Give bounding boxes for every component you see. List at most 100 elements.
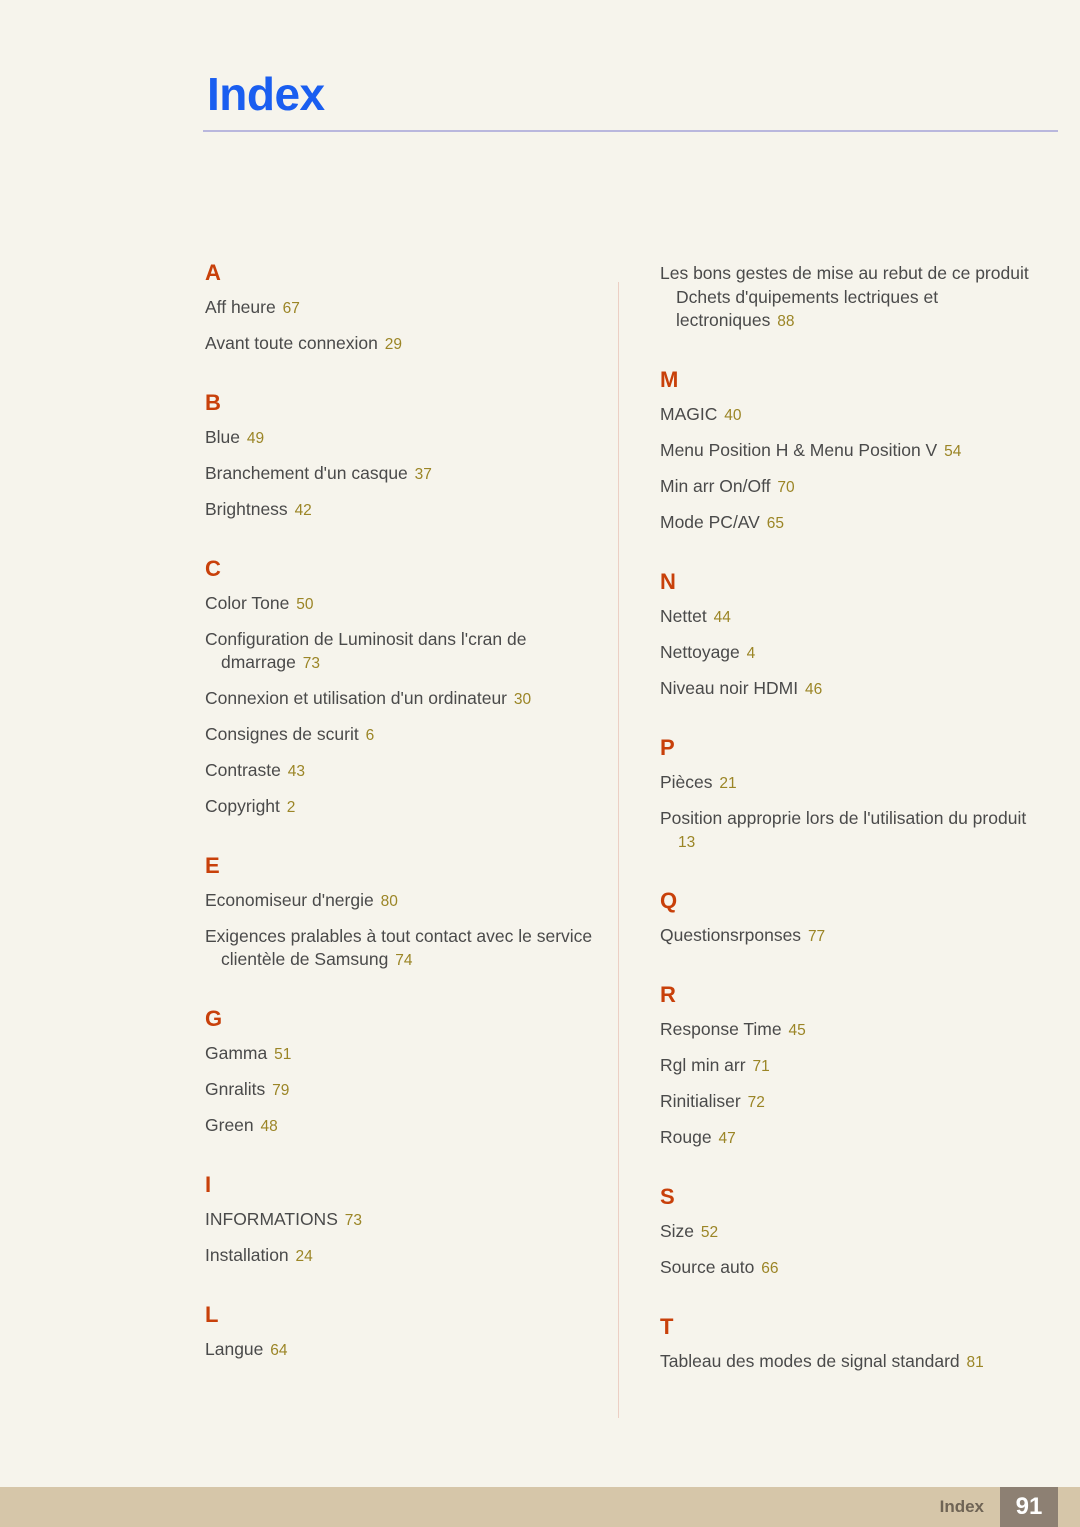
index-entry-text: Configuration de Luminosit dans l'cran d… bbox=[205, 628, 527, 673]
index-entry[interactable]: Tableau des modes de signal standard 81 bbox=[658, 1350, 1033, 1374]
index-entry-page-number: 49 bbox=[246, 429, 265, 447]
page-title: Index bbox=[207, 68, 325, 120]
index-entry-text: Nettet bbox=[660, 605, 707, 626]
index-entry[interactable]: Brightness 42 bbox=[203, 498, 598, 522]
index-entry[interactable]: Nettet 44 bbox=[658, 605, 1033, 629]
index-entry[interactable]: Blue 49 bbox=[203, 426, 598, 450]
letter-group-a: A Aff heure 67 Avant toute connexion 29 bbox=[203, 262, 598, 356]
index-entry-page-number: 72 bbox=[747, 1093, 765, 1111]
letter-heading-r: R bbox=[660, 982, 676, 1008]
index-entry-page-number: 42 bbox=[294, 501, 312, 519]
index-body: A Aff heure 67 Avant toute connexion 29 B Bl… bbox=[203, 262, 1058, 1422]
index-entry[interactable]: Connexion et utilisation d'un ordinateur… bbox=[203, 687, 598, 711]
footer-page-number: 91 bbox=[1000, 1487, 1058, 1527]
index-entry[interactable]: Exigences pralables à tout contact avec … bbox=[203, 925, 598, 973]
index-entry[interactable]: Gnralits 79 bbox=[203, 1078, 598, 1102]
letter-group-b: B Blue 49 Branchement d'un casque 37 Bright… bbox=[203, 389, 598, 522]
index-entry-text: Rouge bbox=[660, 1126, 712, 1147]
index-entry-page-number: 13 bbox=[678, 834, 696, 852]
index-entry-text: Copyright bbox=[205, 795, 280, 816]
index-entry[interactable]: Rouge 47 bbox=[658, 1126, 1033, 1150]
letter-group-n: N Nettet 44 Nettoyage 4 Niveau noir HDMI 46 bbox=[658, 568, 1033, 701]
index-entry[interactable]: INFORMATIONS 73 bbox=[203, 1208, 598, 1232]
index-entry[interactable]: Rgl min arr 71 bbox=[658, 1054, 1033, 1078]
index-entry[interactable]: Consignes de scurit 6 bbox=[203, 723, 598, 747]
letter-group-g: G Gamma 51 Gnralits 79 Green 48 bbox=[203, 1008, 598, 1138]
index-entry-page-number: 2 bbox=[286, 798, 296, 816]
index-entry-page-number: 79 bbox=[272, 1082, 290, 1100]
index-entry[interactable]: Installation 24 bbox=[203, 1244, 598, 1268]
index-entry[interactable]: Source auto 66 bbox=[658, 1256, 1033, 1280]
index-entry-page-number: 29 bbox=[384, 335, 402, 353]
letter-group-p: P Pièces 21 Position approprie lors de l'u… bbox=[658, 736, 1033, 855]
index-entry-text: Mode PC/AV bbox=[660, 511, 760, 532]
index-entry-text: Tableau des modes de signal standard bbox=[660, 1350, 960, 1371]
letter-heading-c: C bbox=[205, 555, 221, 581]
index-entry[interactable]: Menu Position H & Menu Position V 54 bbox=[658, 439, 1033, 463]
letter-heading-b: B bbox=[205, 389, 221, 415]
index-entry-continuation[interactable]: Les bons gestes de mise au rebut de ce p… bbox=[658, 262, 1033, 333]
letter-group-r: R Response Time 45 Rgl min arr 71 Rinitiali… bbox=[658, 984, 1033, 1150]
index-entry[interactable]: Color Tone 50 bbox=[203, 592, 598, 616]
index-entry-text: Langue bbox=[205, 1338, 264, 1359]
index-entry[interactable]: Langue 64 bbox=[203, 1338, 598, 1362]
page-footer: Index 91 bbox=[0, 1487, 1080, 1527]
index-entry-text: MAGIC bbox=[660, 404, 718, 425]
letter-group-i: I INFORMATIONS 73 Installation 24 bbox=[203, 1174, 598, 1268]
index-entry[interactable]: Questionsrponses 77 bbox=[658, 924, 1033, 948]
index-entry[interactable]: Response Time 45 bbox=[658, 1018, 1033, 1042]
index-entry[interactable]: Economiseur d'nergie 80 bbox=[203, 889, 598, 913]
index-entry-text: Niveau noir HDMI bbox=[660, 677, 799, 698]
letter-group-e: E Economiseur d'nergie 80 Exigences pralab… bbox=[203, 854, 598, 973]
index-entry[interactable]: Nettoyage 4 bbox=[658, 641, 1033, 665]
letter-group-s: S Size 52 Source auto 66 bbox=[658, 1185, 1033, 1280]
letter-group-m: M MAGIC 40 Menu Position H & Menu Position… bbox=[658, 369, 1033, 535]
letter-heading-n: N bbox=[660, 568, 676, 594]
index-entry[interactable]: Niveau noir HDMI 46 bbox=[658, 677, 1033, 701]
index-entry-text: Size bbox=[660, 1220, 695, 1241]
index-entry[interactable]: Copyright 2 bbox=[203, 795, 598, 819]
index-entry-text: Pièces bbox=[660, 771, 713, 792]
index-entry-page-number: 64 bbox=[270, 1341, 288, 1359]
index-entry-text: Gamma bbox=[205, 1043, 268, 1064]
index-entry[interactable]: Min arr On/Off 70 bbox=[658, 475, 1033, 499]
index-entry[interactable]: Configuration de Luminosit dans l'cran d… bbox=[203, 628, 598, 676]
index-entry-page-number: 88 bbox=[777, 313, 795, 331]
index-entry-text: Consignes de scurit bbox=[205, 724, 359, 744]
index-entry[interactable]: Gamma 51 bbox=[203, 1042, 598, 1066]
index-entry[interactable]: Size 52 bbox=[658, 1220, 1033, 1244]
index-entry[interactable]: Aff heure 67 bbox=[203, 296, 598, 320]
index-entry-text: Rinitialiser bbox=[660, 1090, 741, 1111]
index-entry-page-number: 45 bbox=[788, 1022, 806, 1040]
index-entry[interactable]: Mode PC/AV 65 bbox=[658, 511, 1033, 535]
index-entry[interactable]: Pièces 21 bbox=[658, 771, 1033, 795]
index-entry-page-number: 47 bbox=[718, 1129, 736, 1147]
index-entry-page-number: 71 bbox=[752, 1057, 770, 1075]
index-entry-page-number: 37 bbox=[414, 465, 432, 483]
index-entry-page-number: 43 bbox=[287, 762, 305, 780]
index-entry[interactable]: Branchement d'un casque 37 bbox=[203, 462, 598, 486]
index-entry-page-number: 52 bbox=[700, 1223, 719, 1241]
index-entry-text: Green bbox=[205, 1115, 254, 1136]
letter-group-q: Q Questionsrponses 77 bbox=[658, 890, 1033, 948]
index-entry-page-number: 73 bbox=[344, 1212, 362, 1229]
index-entry-page-number: 44 bbox=[713, 608, 731, 626]
index-entry[interactable]: Contraste 43 bbox=[203, 759, 598, 783]
letter-heading-q: Q bbox=[660, 888, 678, 914]
index-entry[interactable]: Position approprie lors de l'utilisation… bbox=[658, 807, 1033, 855]
index-entry-text: Source auto bbox=[660, 1256, 755, 1277]
index-entry-text: Response Time bbox=[660, 1019, 782, 1040]
index-entry-page-number: 70 bbox=[777, 479, 795, 497]
index-entry-page-number: 54 bbox=[944, 443, 962, 461]
index-entry-text: Nettoyage bbox=[660, 641, 740, 662]
index-entry-text: Blue bbox=[205, 426, 241, 447]
index-entry[interactable]: Avant toute connexion 29 bbox=[203, 332, 598, 356]
index-entry[interactable]: Rinitialiser 72 bbox=[658, 1090, 1033, 1114]
index-entry-text: Color Tone bbox=[205, 592, 290, 613]
letter-heading-l: L bbox=[205, 1301, 219, 1327]
index-entry[interactable]: MAGIC 40 bbox=[658, 403, 1033, 427]
index-entry[interactable]: Green 48 bbox=[203, 1114, 598, 1138]
right-column: Les bons gestes de mise au rebut de ce p… bbox=[618, 262, 1033, 1422]
index-entry-text: Rgl min arr bbox=[660, 1054, 746, 1075]
index-entry-page-number: 73 bbox=[302, 655, 321, 673]
